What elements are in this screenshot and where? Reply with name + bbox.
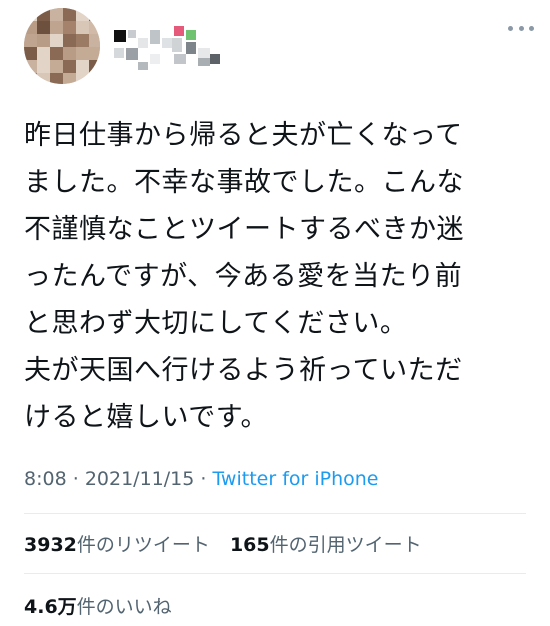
avatar-pixel xyxy=(89,8,100,21)
like-stats: 4.6万件のいいね xyxy=(24,592,172,619)
avatar-pixel xyxy=(76,21,89,34)
username-pixel xyxy=(126,48,138,60)
avatar-pixel xyxy=(63,47,76,60)
username-pixel xyxy=(174,26,184,36)
tweet-detail: 昨日仕事から帰ると夫が亡くなって ました。不幸な事故でした。こんな 不謹慎なこと… xyxy=(0,0,550,626)
avatar-pixel xyxy=(89,21,100,34)
quotes-count: 165 xyxy=(229,534,270,556)
avatar-pixel xyxy=(24,60,37,73)
tweet-text-line: ったんですが、今ある愛を当たり前 xyxy=(24,261,463,292)
avatar-pixel xyxy=(37,73,50,84)
avatar-pixel xyxy=(24,73,37,84)
user-name-pixelated[interactable] xyxy=(114,18,244,78)
avatar-pixel xyxy=(63,60,76,73)
tweet-text-line: けると嬉しいです。 xyxy=(24,402,268,433)
avatar-pixel xyxy=(50,8,63,21)
tweet-text-line: と思わず大切にしてください。 xyxy=(24,308,408,339)
avatar-pixel xyxy=(89,47,100,60)
likes-label: 件のいいね xyxy=(76,596,172,618)
avatar-pixel xyxy=(50,21,63,34)
username-pixel xyxy=(210,54,220,64)
avatar-pixel xyxy=(63,34,76,47)
retweets-count: 3932 xyxy=(24,534,77,556)
avatar[interactable] xyxy=(24,8,100,84)
retweet-stats: 3932件のリツイート 165件の引用ツイート xyxy=(24,530,422,557)
tweet-text-line: 夫が天国へ行けるよう祈っていただ xyxy=(24,355,463,386)
tweet-source-link[interactable]: Twitter for iPhone xyxy=(212,468,378,490)
username-pixel xyxy=(150,54,160,64)
likes-count: 4.6万 xyxy=(24,596,77,618)
avatar-pixel xyxy=(24,21,37,34)
avatar-pixel xyxy=(50,73,63,84)
avatar-pixel xyxy=(89,60,100,73)
divider xyxy=(24,513,526,514)
avatar-pixel xyxy=(37,34,50,47)
avatar-pixel xyxy=(89,73,100,84)
retweets-label: 件のリツイート xyxy=(76,534,210,556)
divider xyxy=(24,573,526,574)
tweet-text-line: ました。不幸な事故でした。こんな xyxy=(24,167,464,198)
avatar-pixel xyxy=(37,60,50,73)
meta-separator: · xyxy=(200,468,213,490)
avatar-pixel xyxy=(76,8,89,21)
avatar-pixel xyxy=(50,60,63,73)
username-pixel xyxy=(138,62,148,70)
username-pixel xyxy=(162,38,172,48)
avatar-pixel xyxy=(50,47,63,60)
avatar-pixel xyxy=(24,47,37,60)
username-pixel xyxy=(198,58,210,66)
tweet-text-line: 昨日仕事から帰ると夫が亡くなって xyxy=(24,120,463,151)
username-pixel xyxy=(186,42,196,54)
username-pixel xyxy=(186,30,196,40)
username-pixel xyxy=(174,54,186,64)
avatar-pixel xyxy=(37,47,50,60)
username-pixel xyxy=(114,30,126,42)
avatar-pixel xyxy=(24,34,37,47)
retweets-link[interactable]: 3932件のリツイート xyxy=(24,530,210,557)
quotes-label: 件の引用ツイート xyxy=(269,534,422,556)
username-pixel xyxy=(172,38,182,52)
username-pixel xyxy=(114,48,124,58)
username-pixel xyxy=(138,38,148,48)
avatar-pixel xyxy=(76,47,89,60)
quote-tweets-link[interactable]: 165件の引用ツイート xyxy=(230,530,422,557)
avatar-pixel xyxy=(24,8,37,21)
avatar-pixel xyxy=(76,34,89,47)
avatar-pixel xyxy=(63,8,76,21)
tweet-date[interactable]: 2021/11/15 xyxy=(85,468,195,490)
avatar-pixel xyxy=(37,21,50,34)
tweet-meta: 8:08 · 2021/11/15 · Twitter for iPhone xyxy=(24,468,379,490)
avatar-pixel xyxy=(50,34,63,47)
avatar-pixel xyxy=(63,21,76,34)
avatar-pixel xyxy=(89,34,100,47)
username-pixel xyxy=(198,48,210,58)
avatar-pixel xyxy=(76,73,89,84)
avatar-pixel xyxy=(37,8,50,21)
avatar-pixel xyxy=(63,73,76,84)
tweet-text-line: 不謹慎なことツイートするべきか迷 xyxy=(24,214,464,245)
tweet-header xyxy=(24,8,534,84)
tweet-text: 昨日仕事から帰ると夫が亡くなって ました。不幸な事故でした。こんな 不謹慎なこと… xyxy=(24,112,524,441)
likes-link[interactable]: 4.6万件のいいね xyxy=(24,592,172,619)
more-horizontal-icon[interactable] xyxy=(508,22,534,34)
username-pixel xyxy=(150,30,160,44)
meta-separator: · xyxy=(72,468,85,490)
avatar-pixel xyxy=(76,60,89,73)
tweet-time[interactable]: 8:08 xyxy=(24,468,67,490)
username-pixel xyxy=(128,30,136,38)
